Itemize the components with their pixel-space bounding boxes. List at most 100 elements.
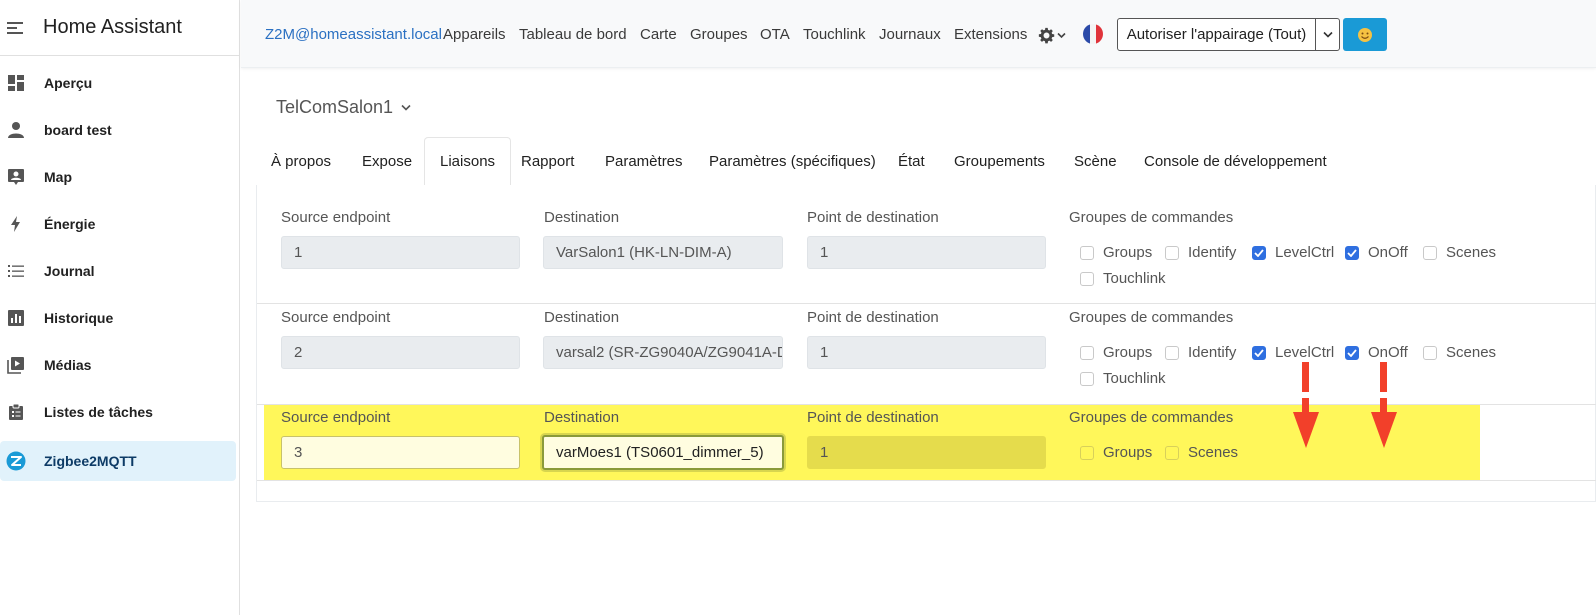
command-groups-label: Groupes de commandes (1069, 309, 1234, 326)
sidebar-item-zigbee2mqtt[interactable]: Zigbee2MQTT (0, 441, 236, 481)
source-endpoint-input[interactable]: 1 (281, 236, 520, 269)
cluster-checkbox-touchlink[interactable]: Touchlink (1080, 370, 1166, 387)
checkbox[interactable] (1080, 371, 1094, 386)
checkbox-checked[interactable] (1345, 245, 1359, 260)
checkbox-checked[interactable] (1252, 345, 1266, 360)
cluster-checkbox-groups[interactable]: Groups (1080, 444, 1152, 461)
top-navbar: Z2M@homeassistant.local Appareils Tablea… (241, 0, 1596, 68)
smiley-icon (1358, 27, 1372, 42)
cluster-checkbox-levelctrl[interactable]: LevelCtrl (1252, 344, 1334, 361)
cluster-checkbox-touchlink[interactable]: Touchlink (1080, 270, 1166, 287)
sidebar-item-label: Journal (44, 263, 95, 279)
cluster-checkbox-groups[interactable]: Groups (1080, 344, 1152, 361)
settings-dropdown[interactable] (1038, 26, 1066, 44)
nav-link-carte[interactable]: Carte (640, 26, 677, 43)
checkbox[interactable] (1165, 445, 1179, 460)
permit-join-dropdown[interactable] (1316, 19, 1339, 50)
destination-point-input[interactable]: 1 (807, 436, 1046, 469)
sidebar-item-medias[interactable]: Médias (0, 345, 236, 385)
check-icon (1347, 348, 1357, 357)
gear-icon (1038, 27, 1055, 43)
checkbox[interactable] (1165, 345, 1179, 360)
nav-link-tableau-de-bord[interactable]: Tableau de bord (519, 26, 627, 43)
checkbox[interactable] (1080, 271, 1094, 286)
source-endpoint-label: Source endpoint (281, 309, 391, 326)
clipboard-icon (6, 402, 26, 422)
map-icon (6, 167, 26, 187)
sidebar-item-journal[interactable]: Journal (0, 251, 236, 291)
sidebar-item-historique[interactable]: Historique (0, 298, 236, 338)
tab-groupements[interactable]: Groupements (939, 137, 1060, 185)
tab-rapport[interactable]: Rapport (506, 137, 589, 185)
nav-brand-link[interactable]: Z2M@homeassistant.local (265, 26, 442, 43)
destination-select[interactable]: varsal2 (SR-ZG9040A/ZG9041A-D (543, 336, 783, 369)
tab-parametres[interactable]: Paramètres (590, 137, 698, 185)
tab-liaisons[interactable]: Liaisons (424, 137, 512, 185)
destination-select[interactable]: varMoes1 (TS0601_dimmer_5) (542, 435, 784, 470)
language-flag-icon[interactable] (1083, 24, 1103, 44)
nav-link-journaux[interactable]: Journaux (879, 26, 941, 43)
sidebar-item-map[interactable]: Map (0, 157, 236, 197)
nav-link-groupes[interactable]: Groupes (690, 26, 748, 43)
tab-expose[interactable]: Expose (347, 137, 427, 185)
sidebar-header: Home Assistant (0, 0, 239, 56)
sidebar-item-label: Map (44, 169, 72, 185)
destination-point-label: Point de destination (807, 209, 939, 226)
checkbox-checked[interactable] (1252, 245, 1266, 260)
sidebar-title: Home Assistant (43, 16, 182, 38)
checkbox[interactable] (1080, 345, 1094, 360)
sidebar-item-label: Aperçu (44, 75, 93, 91)
destination-point-label: Point de destination (807, 409, 939, 426)
cluster-checkbox-scenes[interactable]: Scenes (1423, 244, 1496, 261)
sidebar-item-energie[interactable]: Énergie (0, 204, 236, 244)
destination-point-input[interactable]: 1 (807, 336, 1046, 369)
command-groups-label: Groupes de commandes (1069, 409, 1234, 426)
cluster-checkbox-scenes[interactable]: Scenes (1165, 444, 1238, 461)
sidebar: Home Assistant Aperçu board test Map Éne… (0, 0, 240, 615)
destination-point-label: Point de destination (807, 309, 939, 326)
cluster-checkbox-identify[interactable]: Identify (1165, 344, 1236, 361)
checkbox[interactable] (1080, 445, 1094, 460)
sidebar-item-listes-de-taches[interactable]: Listes de tâches (0, 392, 236, 432)
sidebar-item-label: Médias (44, 357, 92, 373)
nav-link-touchlink[interactable]: Touchlink (803, 26, 866, 43)
destination-point-input[interactable]: 1 (807, 236, 1046, 269)
sidebar-item-board-test[interactable]: board test (0, 110, 236, 150)
source-endpoint-label: Source endpoint (281, 409, 391, 426)
cluster-checkbox-groups[interactable]: Groups (1080, 244, 1152, 261)
device-selector[interactable]: TelComSalon1 (276, 97, 411, 118)
permit-join-button[interactable]: Autoriser l'appairage (Tout) (1117, 18, 1340, 51)
row-divider (257, 480, 1596, 481)
checkbox[interactable] (1165, 245, 1179, 260)
device-name: TelComSalon1 (276, 97, 394, 117)
checkbox-checked[interactable] (1345, 345, 1359, 360)
sidebar-item-apercu[interactable]: Aperçu (0, 63, 236, 103)
check-icon (1347, 248, 1357, 257)
cluster-checkbox-onoff[interactable]: OnOff (1345, 244, 1408, 261)
tab-parametres-specifiques[interactable]: Paramètres (spécifiques) (694, 137, 891, 185)
source-endpoint-input[interactable]: 3 (281, 436, 520, 469)
permit-join-label[interactable]: Autoriser l'appairage (Tout) (1118, 19, 1316, 50)
sidebar-item-label: Listes de tâches (44, 404, 153, 420)
cluster-checkbox-scenes[interactable]: Scenes (1423, 344, 1496, 361)
list-icon (6, 261, 26, 281)
nav-link-ota[interactable]: OTA (760, 26, 790, 43)
checkbox[interactable] (1080, 245, 1094, 260)
cluster-checkbox-levelctrl[interactable]: LevelCtrl (1252, 244, 1334, 261)
nav-link-appareils[interactable]: Appareils (443, 26, 506, 43)
user-button[interactable] (1343, 18, 1387, 51)
checkbox[interactable] (1423, 345, 1437, 360)
source-endpoint-input[interactable]: 2 (281, 336, 520, 369)
dashboard-icon (6, 73, 26, 93)
source-endpoint-label: Source endpoint (281, 209, 391, 226)
tab-etat[interactable]: État (883, 137, 940, 185)
tab-a-propos[interactable]: À propos (256, 137, 346, 185)
destination-select[interactable]: VarSalon1 (HK-LN-DIM-A) (543, 236, 783, 269)
tab-scene[interactable]: Scène (1059, 137, 1132, 185)
menu-collapse-icon[interactable] (7, 21, 23, 35)
nav-link-extensions[interactable]: Extensions (954, 26, 1027, 43)
checkbox[interactable] (1423, 245, 1437, 260)
cluster-checkbox-onoff[interactable]: OnOff (1345, 344, 1408, 361)
tab-console-developpement[interactable]: Console de développement (1129, 137, 1342, 185)
cluster-checkbox-identify[interactable]: Identify (1165, 244, 1236, 261)
